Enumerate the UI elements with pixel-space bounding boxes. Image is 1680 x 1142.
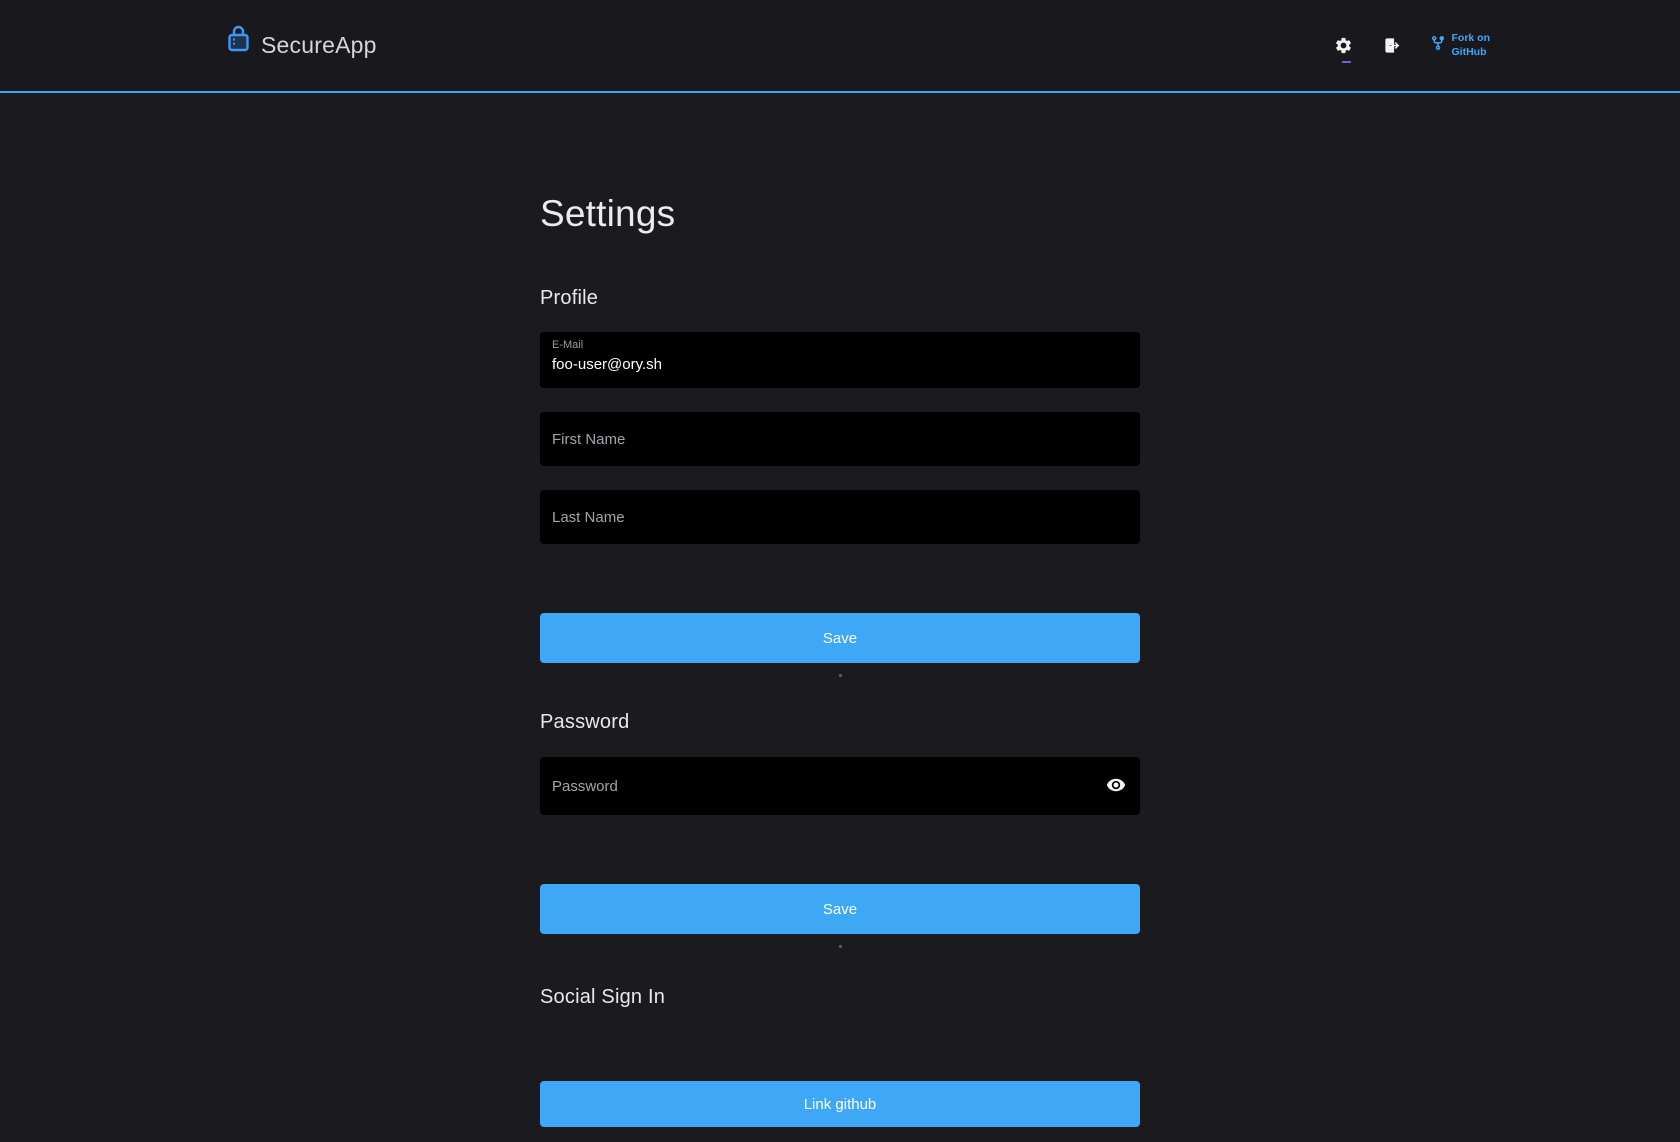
- active-nav-indicator: [1342, 61, 1351, 63]
- password-field-container: [540, 757, 1140, 815]
- last-name-input[interactable]: [540, 490, 1140, 544]
- git-fork-icon: [1430, 35, 1446, 56]
- email-field-container: E-Mail: [540, 332, 1140, 388]
- logout-button[interactable]: [1381, 32, 1404, 59]
- password-input[interactable]: [540, 757, 1092, 815]
- app-title: SecureApp: [261, 32, 377, 59]
- last-name-field-container: [540, 490, 1140, 544]
- link-github-button[interactable]: Link github: [540, 1081, 1140, 1127]
- settings-nav-button[interactable]: [1332, 32, 1355, 59]
- email-input[interactable]: [552, 353, 1128, 375]
- header-actions: Fork on GitHub: [1332, 32, 1491, 59]
- password-save-button[interactable]: Save: [540, 884, 1140, 934]
- password-section-heading: Password: [540, 711, 1140, 734]
- gear-icon: [1334, 36, 1353, 55]
- profile-section-heading: Profile: [540, 287, 1140, 310]
- app-header: SecureApp: [0, 0, 1680, 93]
- logout-icon: [1383, 36, 1402, 55]
- eye-icon: [1106, 775, 1126, 798]
- section-separator-dot: [839, 945, 842, 948]
- lock-icon: [228, 25, 249, 57]
- profile-save-button[interactable]: Save: [540, 613, 1140, 663]
- first-name-field-container: [540, 412, 1140, 466]
- app-logo: SecureApp: [228, 30, 377, 62]
- fork-on-github-link[interactable]: Fork on GitHub: [1430, 32, 1491, 58]
- first-name-input[interactable]: [540, 412, 1140, 466]
- social-section-heading: Social Sign In: [540, 986, 1140, 1009]
- section-separator-dot: [839, 674, 842, 677]
- toggle-password-visibility-button[interactable]: [1092, 775, 1140, 798]
- page-title: Settings: [540, 193, 1140, 235]
- fork-link-label: Fork on GitHub: [1452, 32, 1491, 58]
- settings-page: Settings Profile E-Mail Save Password Sa…: [540, 93, 1140, 1127]
- email-field-label: E-Mail: [552, 339, 1128, 351]
